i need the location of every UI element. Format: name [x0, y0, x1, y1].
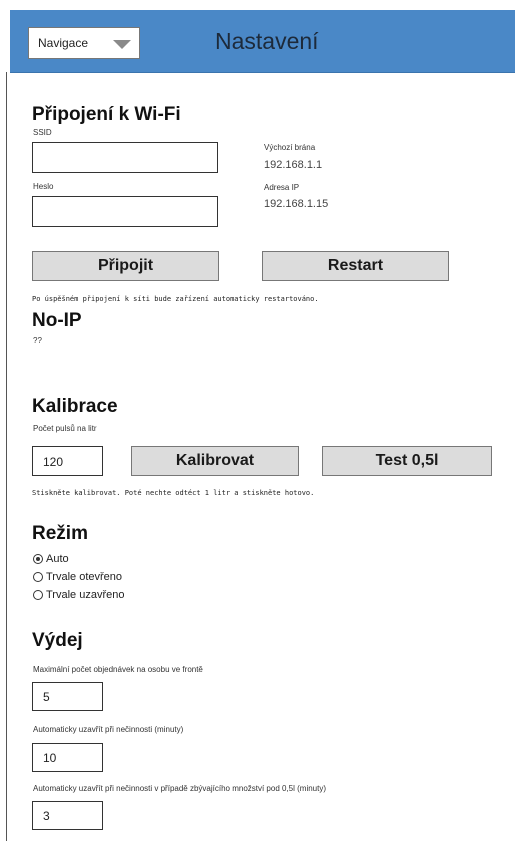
page-title: Nastavení: [215, 28, 319, 54]
noip-heading: No-IP: [32, 310, 82, 331]
max-orders-input[interactable]: 5: [32, 682, 103, 711]
mode-option-always-open[interactable]: Trvale otevřeno: [33, 570, 122, 584]
ip-value: 192.168.1.15: [264, 198, 329, 210]
pulses-input[interactable]: 120: [32, 446, 103, 476]
password-label: Heslo: [33, 182, 54, 191]
auto-close-label: Automaticky uzavřít při nečinnosti (minu…: [33, 725, 184, 734]
mode-option-label: Trvale otevřeno: [46, 571, 123, 583]
chevron-down-icon: [113, 40, 131, 49]
ssid-label: SSID: [33, 128, 52, 137]
wifi-note: Po úspěšném připojení k síti bude zaříze…: [32, 295, 319, 303]
ssid-input[interactable]: [32, 142, 218, 173]
page-frame-border: [6, 72, 7, 841]
auto-close-input[interactable]: 10: [32, 743, 103, 772]
navigation-select[interactable]: Navigace: [28, 27, 140, 59]
radio-empty-icon: [33, 572, 43, 582]
header-bar: Navigace Nastavení: [10, 10, 515, 73]
radio-empty-icon: [33, 590, 43, 600]
ip-label: Adresa IP: [264, 183, 300, 192]
connect-button[interactable]: Připojit: [32, 251, 219, 281]
radio-selected-icon: [33, 554, 43, 564]
pulses-label: Počet pulsů na litr: [33, 424, 97, 433]
dispense-heading: Výdej: [32, 630, 83, 651]
mode-option-label: Auto: [46, 553, 69, 565]
calibrate-button[interactable]: Kalibrovat: [131, 446, 299, 476]
noip-value: ??: [33, 336, 42, 345]
calibration-heading: Kalibrace: [32, 396, 118, 417]
calibration-note: Stiskněte kalibrovat. Poté nechte odtéct…: [32, 489, 315, 497]
navigation-select-value: Navigace: [38, 36, 89, 50]
auto-close-low-input-value: 3: [43, 809, 50, 823]
wifi-heading: Připojení k Wi-Fi: [32, 104, 181, 125]
test-button[interactable]: Test 0,5l: [322, 446, 492, 476]
auto-close-input-value: 10: [43, 751, 57, 765]
mode-option-label: Trvale uzavřeno: [46, 589, 125, 601]
auto-close-low-input[interactable]: 3: [32, 801, 103, 830]
pulses-input-value: 120: [43, 455, 64, 469]
restart-button[interactable]: Restart: [262, 251, 449, 281]
max-orders-label: Maximální počet objednávek na osobu ve f…: [33, 665, 203, 674]
gateway-value: 192.168.1.1: [264, 159, 323, 171]
max-orders-input-value: 5: [43, 690, 50, 704]
password-input[interactable]: [32, 196, 218, 227]
mode-option-auto[interactable]: Auto: [33, 552, 69, 566]
auto-close-low-label: Automaticky uzavřít při nečinnosti v pří…: [33, 784, 327, 793]
mode-option-always-closed[interactable]: Trvale uzavřeno: [33, 588, 124, 602]
mode-heading: Režim: [32, 523, 88, 544]
gateway-label: Výchozí brána: [264, 143, 316, 152]
